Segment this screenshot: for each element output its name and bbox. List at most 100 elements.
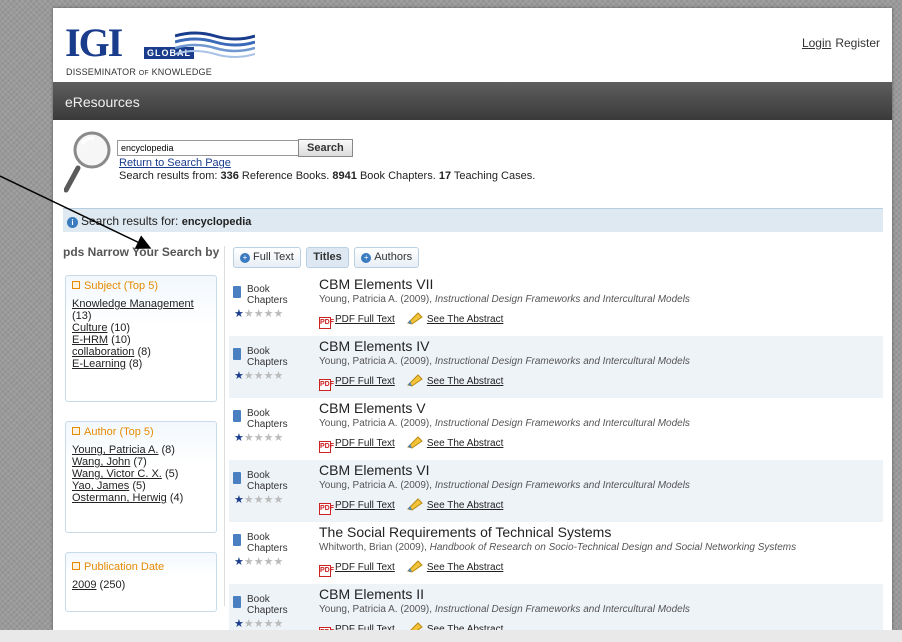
facet-count: (5) [132, 480, 146, 492]
result-item: Book Chapters ★★★★★ CBM Elements II Youn… [229, 584, 883, 634]
tab-label: Titles [313, 251, 342, 263]
search-input[interactable] [117, 140, 299, 156]
pdf-full-text-link[interactable]: PDF Full Text [335, 562, 395, 573]
facet-link[interactable]: Yao, James [72, 480, 129, 492]
result-title[interactable]: CBM Elements IV [319, 338, 429, 354]
result-item: Book Chapters ★★★★★ CBM Elements VI Youn… [229, 460, 883, 522]
citation-source: Handbook of Research on Socio-Technical … [429, 542, 797, 553]
result-type: Book Chapters [247, 470, 288, 492]
pdf-full-text-link[interactable]: PDF Full Text [335, 438, 395, 449]
result-type: Book Chapters [247, 408, 288, 430]
abstract-icon [406, 498, 423, 511]
summary-prefix: Search results from: [119, 170, 221, 182]
facet-title[interactable]: Publication Date [72, 561, 210, 573]
book-chapter-icon [233, 596, 241, 608]
star-rating[interactable]: ★★★★★ [234, 617, 283, 630]
pdf-full-text-link[interactable]: PDF Full Text [335, 314, 395, 325]
nav-title: eResources [65, 94, 140, 110]
see-abstract-link[interactable]: See The Abstract [427, 562, 504, 573]
facet-publication-date: Publication Date 2009 (250) [65, 552, 217, 612]
book-chapter-icon [233, 410, 241, 422]
facet-item: Wang, Victor C. X. (5) [72, 468, 210, 480]
facet-count: (8) [161, 444, 175, 456]
search-button[interactable]: Search [298, 139, 353, 157]
facet-item: Wang, John (7) [72, 456, 210, 468]
logo-wordmark: IGI [65, 20, 123, 65]
book-chapter-icon [233, 348, 241, 360]
facet-link[interactable]: Wang, John [72, 456, 130, 468]
result-item: Book Chapters ★★★★★ The Social Requireme… [229, 522, 883, 584]
result-type: Book Chapters [247, 594, 288, 616]
see-abstract-link[interactable]: See The Abstract [427, 376, 504, 387]
pdf-full-text-link[interactable]: PDF Full Text [335, 376, 395, 387]
facet-item: Yao, James (5) [72, 480, 210, 492]
result-title[interactable]: CBM Elements II [319, 586, 424, 602]
facet-link[interactable]: collaboration [72, 346, 134, 358]
result-title[interactable]: CBM Elements VI [319, 462, 429, 478]
star-rating[interactable]: ★★★★★ [234, 555, 283, 568]
search-area: Search Return to Search Page Search resu… [53, 120, 892, 204]
pdf-icon: PDF [319, 565, 334, 577]
star-rating[interactable]: ★★★★★ [234, 369, 283, 382]
star-rating[interactable]: ★★★★★ [234, 431, 283, 444]
facet-item: 2009 (250) [72, 579, 210, 591]
citation-author: Young, Patricia A. (2009), [319, 418, 435, 429]
facet-item: E-Learning (8) [72, 358, 210, 370]
facet-item: Knowledge Management [72, 298, 210, 310]
citation-author: Young, Patricia A. (2009), [319, 294, 435, 305]
facet-link[interactable]: Knowledge Management [72, 298, 194, 310]
see-abstract-link[interactable]: See The Abstract [427, 438, 504, 449]
return-to-search-link[interactable]: Return to Search Page [119, 157, 231, 169]
tagline-part-b: KNOWLEDGE [151, 67, 212, 77]
facet-link[interactable]: 2009 [72, 579, 96, 591]
register-link[interactable]: Register [835, 36, 880, 50]
result-title[interactable]: CBM Elements VII [319, 276, 433, 292]
igi-global-logo[interactable]: IGI GLOBAL DISSEMINATOR OF KNOWLEDGE [65, 20, 255, 80]
facet-link[interactable]: Ostermann, Herwig [72, 492, 167, 504]
facet-author: Author (Top 5) Young, Patricia A. (8) Wa… [65, 421, 217, 533]
star-rating[interactable]: ★★★★★ [234, 493, 283, 506]
cases-label: Teaching Cases. [451, 170, 536, 182]
citation-source: Instructional Design Frameworks and Inte… [434, 480, 690, 491]
result-citation: Young, Patricia A. (2009), Instructional… [319, 480, 690, 491]
sidebar: pds Narrow Your Search by [63, 246, 225, 259]
facet-count: (10) [111, 334, 131, 346]
account-links: Login Register [802, 36, 880, 50]
facet-title[interactable]: Subject (Top 5) [72, 280, 210, 292]
star-rating[interactable]: ★★★★★ [234, 307, 283, 320]
ref-books-label: Reference Books. [238, 170, 333, 182]
citation-author: Young, Patricia A. (2009), [319, 480, 435, 491]
facet-link[interactable]: E-Learning [72, 358, 126, 370]
chapters-count: 8941 [332, 170, 357, 182]
see-abstract-link[interactable]: See The Abstract [427, 314, 504, 325]
see-abstract-link[interactable]: See The Abstract [427, 500, 504, 511]
result-item: Book Chapters ★★★★★ CBM Elements IV Youn… [229, 336, 883, 398]
sidebar-divider [224, 246, 225, 606]
facet-title[interactable]: Author (Top 5) [72, 426, 210, 438]
nav-bar: eResources [53, 82, 892, 120]
pdf-icon: PDF [319, 441, 334, 453]
result-links: PDFPDF Full Text See The Abstract [319, 311, 503, 329]
result-type: Book Chapters [247, 532, 288, 554]
citation-source: Instructional Design Frameworks and Inte… [434, 418, 690, 429]
pdf-icon: PDF [319, 503, 334, 515]
facet-link[interactable]: Culture [72, 322, 107, 334]
facet-link[interactable]: Young, Patricia A. [72, 444, 158, 456]
pdf-full-text-link[interactable]: PDF Full Text [335, 500, 395, 511]
tab-full-text[interactable]: + Full Text [233, 247, 301, 268]
facet-link[interactable]: E-HRM [72, 334, 108, 346]
abstract-icon [406, 374, 423, 387]
facet-count: (5) [164, 468, 179, 480]
page-frame: IGI GLOBAL DISSEMINATOR OF KNOWLEDGE Log… [53, 8, 892, 634]
tab-titles[interactable]: Titles [306, 247, 349, 268]
abstract-icon [406, 560, 423, 573]
tab-authors[interactable]: + Authors [354, 247, 420, 268]
citation-author: Young, Patricia A. (2009), [319, 604, 435, 615]
citation-author: Young, Patricia A. (2009), [319, 356, 435, 367]
facet-link[interactable]: Wang, Victor C. X. [72, 468, 162, 480]
result-title[interactable]: CBM Elements V [319, 400, 426, 416]
result-title[interactable]: The Social Requirements of Technical Sys… [319, 524, 611, 540]
login-link[interactable]: Login [802, 36, 831, 50]
site-header: IGI GLOBAL DISSEMINATOR OF KNOWLEDGE Log… [53, 8, 892, 82]
book-chapter-icon [233, 534, 241, 546]
